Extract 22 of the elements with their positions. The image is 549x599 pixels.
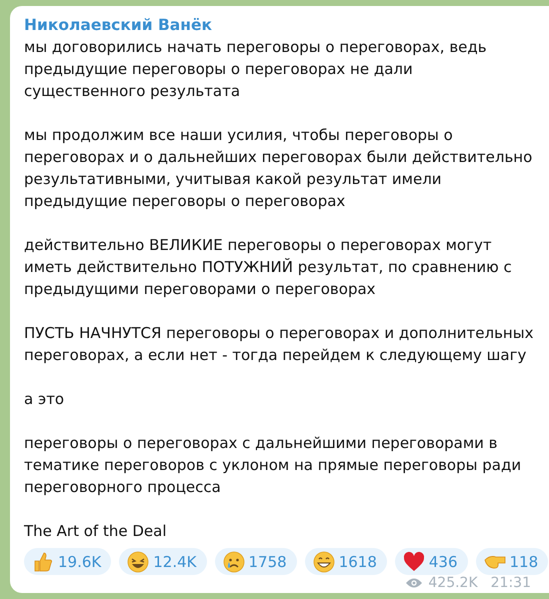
reaction-button[interactable]: 1618 [304, 548, 387, 575]
reaction-button[interactable]: 19.6K [24, 548, 112, 575]
reaction-button[interactable]: 118 [476, 548, 548, 575]
message-paragraph: мы продолжим все наши усилия, чтобы переговоры о переговорах и о дальнейших переговорах были действительно результативными, учитывая какой результат имели предыдущие переговоры о переговорах [24, 125, 534, 212]
message-paragraph: The Art of the Deal [24, 521, 168, 542]
message-paragraph: переговоры о переговорах с дальнейшими переговорами в тематике переговоров с уклоном на прямые переговоры ради переговорного процесса [24, 433, 522, 498]
grinning-face-icon [312, 550, 335, 572]
message-paragraph: мы договорились начать переговоры о переговорах, ведь предыдущие переговоры о переговорах не дали существенного результата [24, 37, 488, 102]
thumbs-up-icon [32, 550, 54, 572]
author-name[interactable]: Николаевский Ванёк [24, 14, 537, 36]
reaction-button[interactable]: 436 [394, 548, 468, 575]
message-paragraph: а это [24, 389, 66, 410]
laughing-face-icon [127, 550, 150, 572]
reaction-button[interactable]: 1758 [214, 548, 297, 575]
crying-face-icon [222, 550, 244, 572]
eye-icon [405, 577, 424, 589]
message-paragraph: действительно ВЕЛИКИЕ переговоры о переговорах могут иметь действительно ПОТУЖНИЙ результат, по сравнению с предыдущими переговорами о переговорах [24, 235, 513, 300]
reaction-button[interactable]: 12.4K [119, 548, 206, 575]
message-time: 21:31 [490, 575, 531, 591]
message-paragraph: ПУСТЬ НАЧНУТСЯ переговоры о переговорах и дополнительных переговорах, а если нет - тогда перейдем к следующему шагу [24, 323, 534, 366]
view-count: 425.2K [428, 575, 478, 591]
heart-icon [402, 550, 425, 572]
